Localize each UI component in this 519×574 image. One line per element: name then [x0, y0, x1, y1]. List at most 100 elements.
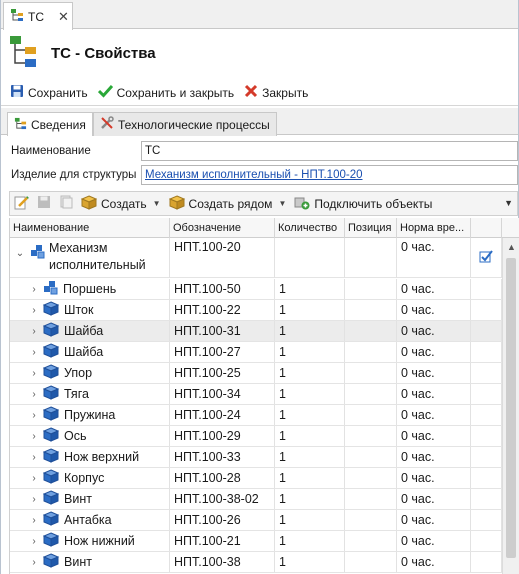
cell-name: › Ось [10, 426, 170, 446]
table-row[interactable]: › Винт НПТ.100-38 1 0 час. [10, 552, 502, 573]
cell-designation: НПТ.100-28 [170, 468, 275, 488]
table-row[interactable]: › Корпус НПТ.100-28 1 0 час. [10, 468, 502, 489]
expand-icon[interactable]: › [28, 431, 40, 442]
toolbar-overflow-icon[interactable]: ▼ [504, 198, 513, 208]
connect-objects-button[interactable]: Подключить объекты [294, 195, 432, 213]
create-label: Создать [101, 196, 147, 211]
column-header-norm[interactable]: Норма вре... [397, 218, 471, 238]
cell-check[interactable] [471, 552, 502, 572]
save-disabled-icon[interactable] [37, 195, 51, 212]
cell-norm: 0 час. [397, 531, 471, 551]
expand-icon[interactable]: › [28, 305, 40, 316]
expand-icon[interactable]: › [28, 368, 40, 379]
close-icon [244, 84, 258, 101]
vertical-scrollbar[interactable]: ▲ [502, 238, 519, 574]
row-name: Нож верхний [64, 450, 140, 464]
column-header-designation[interactable]: Обозначение [170, 218, 275, 238]
product-field[interactable]: Механизм исполнительный - НПТ.100-20 [141, 165, 518, 185]
cell-check[interactable] [471, 489, 502, 509]
expand-icon[interactable]: › [28, 494, 40, 505]
table-row[interactable]: › Винт НПТ.100-38-02 1 0 час. [10, 489, 502, 510]
part-icon [42, 448, 60, 466]
cell-norm: 0 час. [397, 321, 471, 341]
document-tab-strip: ТС ✕ [1, 0, 518, 30]
table-row[interactable]: › Нож нижний НПТ.100-21 1 0 час. [10, 531, 502, 552]
table-row[interactable]: › Поршень НПТ.100-50 1 0 час. [10, 279, 502, 300]
cell-check[interactable] [471, 238, 502, 278]
expand-icon[interactable]: › [28, 515, 40, 526]
column-header-quantity[interactable]: Количество [275, 218, 345, 238]
document-tab[interactable]: ТС ✕ [3, 2, 73, 30]
tab-details[interactable]: Сведения [7, 112, 93, 136]
assembly-icon [30, 244, 45, 262]
name-row: Наименование ТС [1, 140, 518, 162]
cell-check[interactable] [471, 279, 502, 299]
column-header-position[interactable]: Позиция [345, 218, 397, 238]
cell-quantity: 1 [275, 552, 345, 572]
table-row[interactable]: › Тяга НПТ.100-34 1 0 час. [10, 384, 502, 405]
row-name: Шайба [64, 345, 104, 359]
chevron-down-icon: ▼ [152, 199, 161, 208]
cell-position [345, 238, 397, 278]
connect-objects-label: Подключить объекты [314, 196, 433, 211]
scroll-thumb[interactable] [506, 258, 516, 558]
collapse-icon[interactable]: ⌄ [14, 248, 26, 259]
cell-position [345, 447, 397, 467]
name-field[interactable]: ТС [141, 141, 518, 161]
column-header-name[interactable]: Наименование [10, 218, 170, 238]
row-name: Упор [64, 366, 93, 380]
cell-check[interactable] [471, 405, 502, 425]
properties-window: ТС ✕ ТС - Свойства Сохранить Сохранить и… [0, 0, 519, 574]
table-row[interactable]: › Нож верхний НПТ.100-33 1 0 час. [10, 447, 502, 468]
expand-icon[interactable]: › [28, 473, 40, 484]
cell-check[interactable] [471, 468, 502, 488]
tab-tech-processes[interactable]: Технологические процессы [93, 112, 277, 136]
expand-icon[interactable]: › [28, 347, 40, 358]
part-icon [42, 553, 60, 571]
cell-check[interactable] [471, 342, 502, 362]
create-near-button[interactable]: Создать рядом ▼ [168, 194, 286, 213]
product-link[interactable]: Механизм исполнительный - НПТ.100-20 [145, 169, 362, 181]
cell-check[interactable] [471, 510, 502, 530]
save-button[interactable]: Сохранить [10, 84, 88, 101]
connect-icon [294, 195, 310, 213]
expand-icon[interactable]: › [28, 284, 40, 295]
cell-check[interactable] [471, 426, 502, 446]
cell-designation: НПТ.100-29 [170, 426, 275, 446]
edit-icon[interactable] [14, 195, 29, 213]
cell-check[interactable] [471, 363, 502, 383]
copy-disabled-icon[interactable] [59, 195, 73, 212]
expand-icon[interactable]: › [28, 536, 40, 547]
save-close-button[interactable]: Сохранить и закрыть [97, 84, 234, 101]
cell-name: › Пружина [10, 405, 170, 425]
cell-position [345, 552, 397, 572]
cell-norm: 0 час. [397, 279, 471, 299]
table-row[interactable]: › Упор НПТ.100-25 1 0 час. [10, 363, 502, 384]
create-button[interactable]: Создать ▼ [80, 194, 161, 213]
table-row[interactable]: › Антабка НПТ.100-26 1 0 час. [10, 510, 502, 531]
expand-icon[interactable]: › [28, 452, 40, 463]
cell-designation: НПТ.100-31 [170, 321, 275, 341]
expand-icon[interactable]: › [28, 410, 40, 421]
close-tab-icon[interactable]: ✕ [58, 9, 69, 25]
expand-icon[interactable]: › [28, 326, 40, 337]
name-label: Наименование [11, 145, 91, 157]
table-row[interactable]: › Ось НПТ.100-29 1 0 час. [10, 426, 502, 447]
expand-icon[interactable]: › [28, 557, 40, 568]
table-row-root[interactable]: ⌄ Механизм исполнительный НПТ.100-20 0 ч… [10, 238, 502, 278]
cell-check[interactable] [471, 300, 502, 320]
table-row[interactable]: › Шайба НПТ.100-27 1 0 час. [10, 342, 502, 363]
cell-check[interactable] [471, 531, 502, 551]
cell-check[interactable] [471, 384, 502, 404]
expand-icon[interactable]: › [28, 389, 40, 400]
cell-check[interactable] [471, 447, 502, 467]
assembly-icon [43, 280, 58, 298]
cell-check[interactable] [471, 321, 502, 341]
cell-position [345, 405, 397, 425]
scroll-up-icon[interactable]: ▲ [507, 242, 516, 252]
document-tab-label: ТС [28, 9, 44, 24]
table-row[interactable]: › Шток НПТ.100-22 1 0 час. [10, 300, 502, 321]
close-button[interactable]: Закрыть [244, 84, 308, 101]
table-row[interactable]: › Пружина НПТ.100-24 1 0 час. [10, 405, 502, 426]
table-row[interactable]: › Шайба НПТ.100-31 1 0 час. [10, 321, 502, 342]
